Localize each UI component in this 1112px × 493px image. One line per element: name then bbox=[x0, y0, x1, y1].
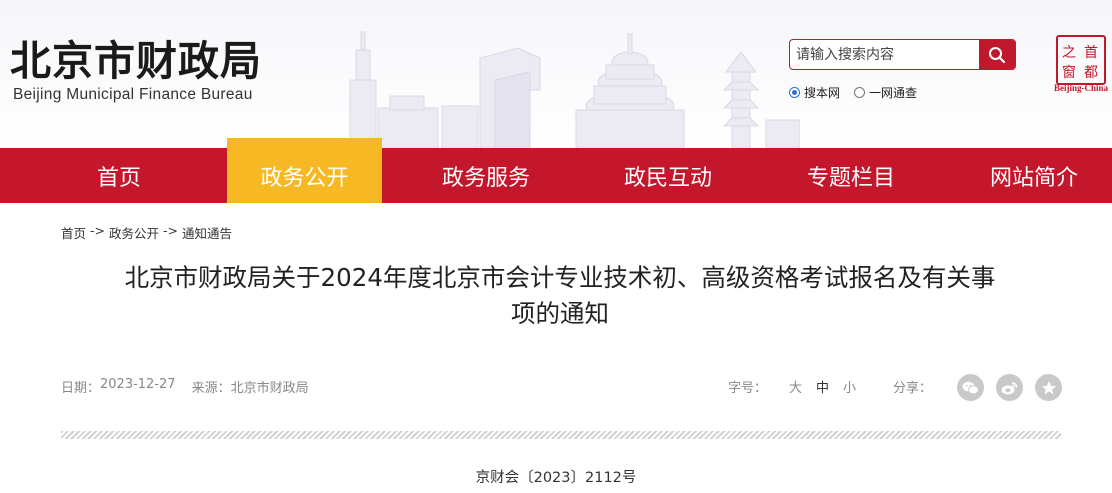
qzone-star-icon bbox=[1041, 380, 1056, 394]
share-weibo-button[interactable] bbox=[996, 374, 1023, 401]
article-title-line-1: 北京市财政局关于2024年度北京市会计专业技术初、高级资格考试报名及有关事 bbox=[124, 263, 996, 292]
nav-public-interaction[interactable]: 政民互动 bbox=[582, 148, 754, 203]
scope-all-radio[interactable]: 一网通查 bbox=[854, 84, 917, 101]
search-scope-group: 搜本网 一网通查 bbox=[789, 84, 931, 101]
beijing-skyline-illustration bbox=[349, 31, 800, 148]
weibo-icon bbox=[1001, 381, 1018, 394]
article-source: 北京市财政局 bbox=[230, 381, 309, 396]
search-input[interactable] bbox=[790, 40, 978, 69]
font-size-medium[interactable]: 中 bbox=[816, 377, 829, 396]
site-logo-title[interactable]: 北京市财政局 bbox=[10, 36, 262, 86]
seal-logo-graphic: 首 都 之 窗 bbox=[1062, 45, 1098, 81]
share-qzone-button[interactable] bbox=[1035, 374, 1062, 401]
source-label: 来源： bbox=[191, 381, 231, 396]
nav-home[interactable]: 首页 bbox=[28, 148, 210, 203]
breadcrumb: 首页 -> 政务公开 -> 通知通告 bbox=[61, 223, 236, 242]
nav-special-topics[interactable]: 专题栏目 bbox=[765, 148, 937, 203]
article-meta: 日期： 2023-12-27 来源： 北京市财政局 bbox=[61, 377, 309, 396]
radio-checked-icon bbox=[789, 87, 800, 98]
breadcrumb-notices[interactable]: 通知通告 bbox=[182, 223, 232, 242]
seal-char-4: 窗 bbox=[1062, 64, 1076, 81]
scope-site-radio[interactable]: 搜本网 bbox=[789, 84, 840, 101]
scope-site-label: 搜本网 bbox=[804, 86, 841, 100]
scope-all-label: 一网通查 bbox=[869, 86, 918, 100]
font-size-label: 字号： bbox=[728, 381, 768, 396]
document-number: 京财会〔2023〕2112号 bbox=[475, 470, 637, 486]
search-box bbox=[789, 39, 1016, 70]
search-icon bbox=[989, 46, 1006, 63]
seal-char-3: 之 bbox=[1062, 45, 1076, 61]
nav-government-services[interactable]: 政务服务 bbox=[400, 148, 572, 203]
wechat-icon bbox=[962, 381, 979, 394]
nav-government-affairs-open[interactable]: 政务公开 bbox=[227, 138, 382, 203]
article-divider bbox=[61, 431, 1061, 439]
font-size-switcher: 字号： 大 中 小 bbox=[728, 377, 856, 396]
nav-site-intro[interactable]: 网站简介 bbox=[948, 148, 1112, 203]
breadcrumb-separator: -> bbox=[90, 223, 105, 238]
capital-window-seal-logo[interactable]: 首 都 之 窗 bbox=[1056, 35, 1106, 85]
radio-unchecked-icon bbox=[854, 87, 866, 98]
breadcrumb-home[interactable]: 首页 bbox=[61, 223, 86, 242]
site-header: 北京市财政局 Beijing Municipal Finance Bureau … bbox=[0, 0, 1112, 148]
publish-date: 2023-12-27 bbox=[100, 377, 176, 392]
seal-char-1: 首 bbox=[1084, 45, 1098, 61]
font-size-small[interactable]: 小 bbox=[843, 377, 856, 396]
seal-subtitle: Beijing-China bbox=[1054, 83, 1109, 93]
site-logo-subtitle: Beijing Municipal Finance Bureau bbox=[13, 86, 253, 103]
article-title: 北京市财政局关于2024年度北京市会计专业技术初、高级资格考试报名及有关事 项的… bbox=[60, 260, 1060, 332]
font-size-large[interactable]: 大 bbox=[789, 377, 802, 396]
breadcrumb-government-affairs[interactable]: 政务公开 bbox=[109, 223, 159, 242]
main-nav: 首页 政务公开 政务服务 政民互动 专题栏目 网站简介 bbox=[0, 138, 1112, 203]
breadcrumb-separator: -> bbox=[163, 223, 178, 238]
article-title-line-2: 项的通知 bbox=[511, 299, 609, 328]
share-wechat-button[interactable] bbox=[957, 374, 984, 401]
search-button[interactable] bbox=[979, 40, 1015, 69]
seal-char-2: 都 bbox=[1084, 65, 1098, 81]
date-label: 日期： bbox=[61, 381, 101, 396]
share-label: 分享： bbox=[893, 381, 933, 396]
